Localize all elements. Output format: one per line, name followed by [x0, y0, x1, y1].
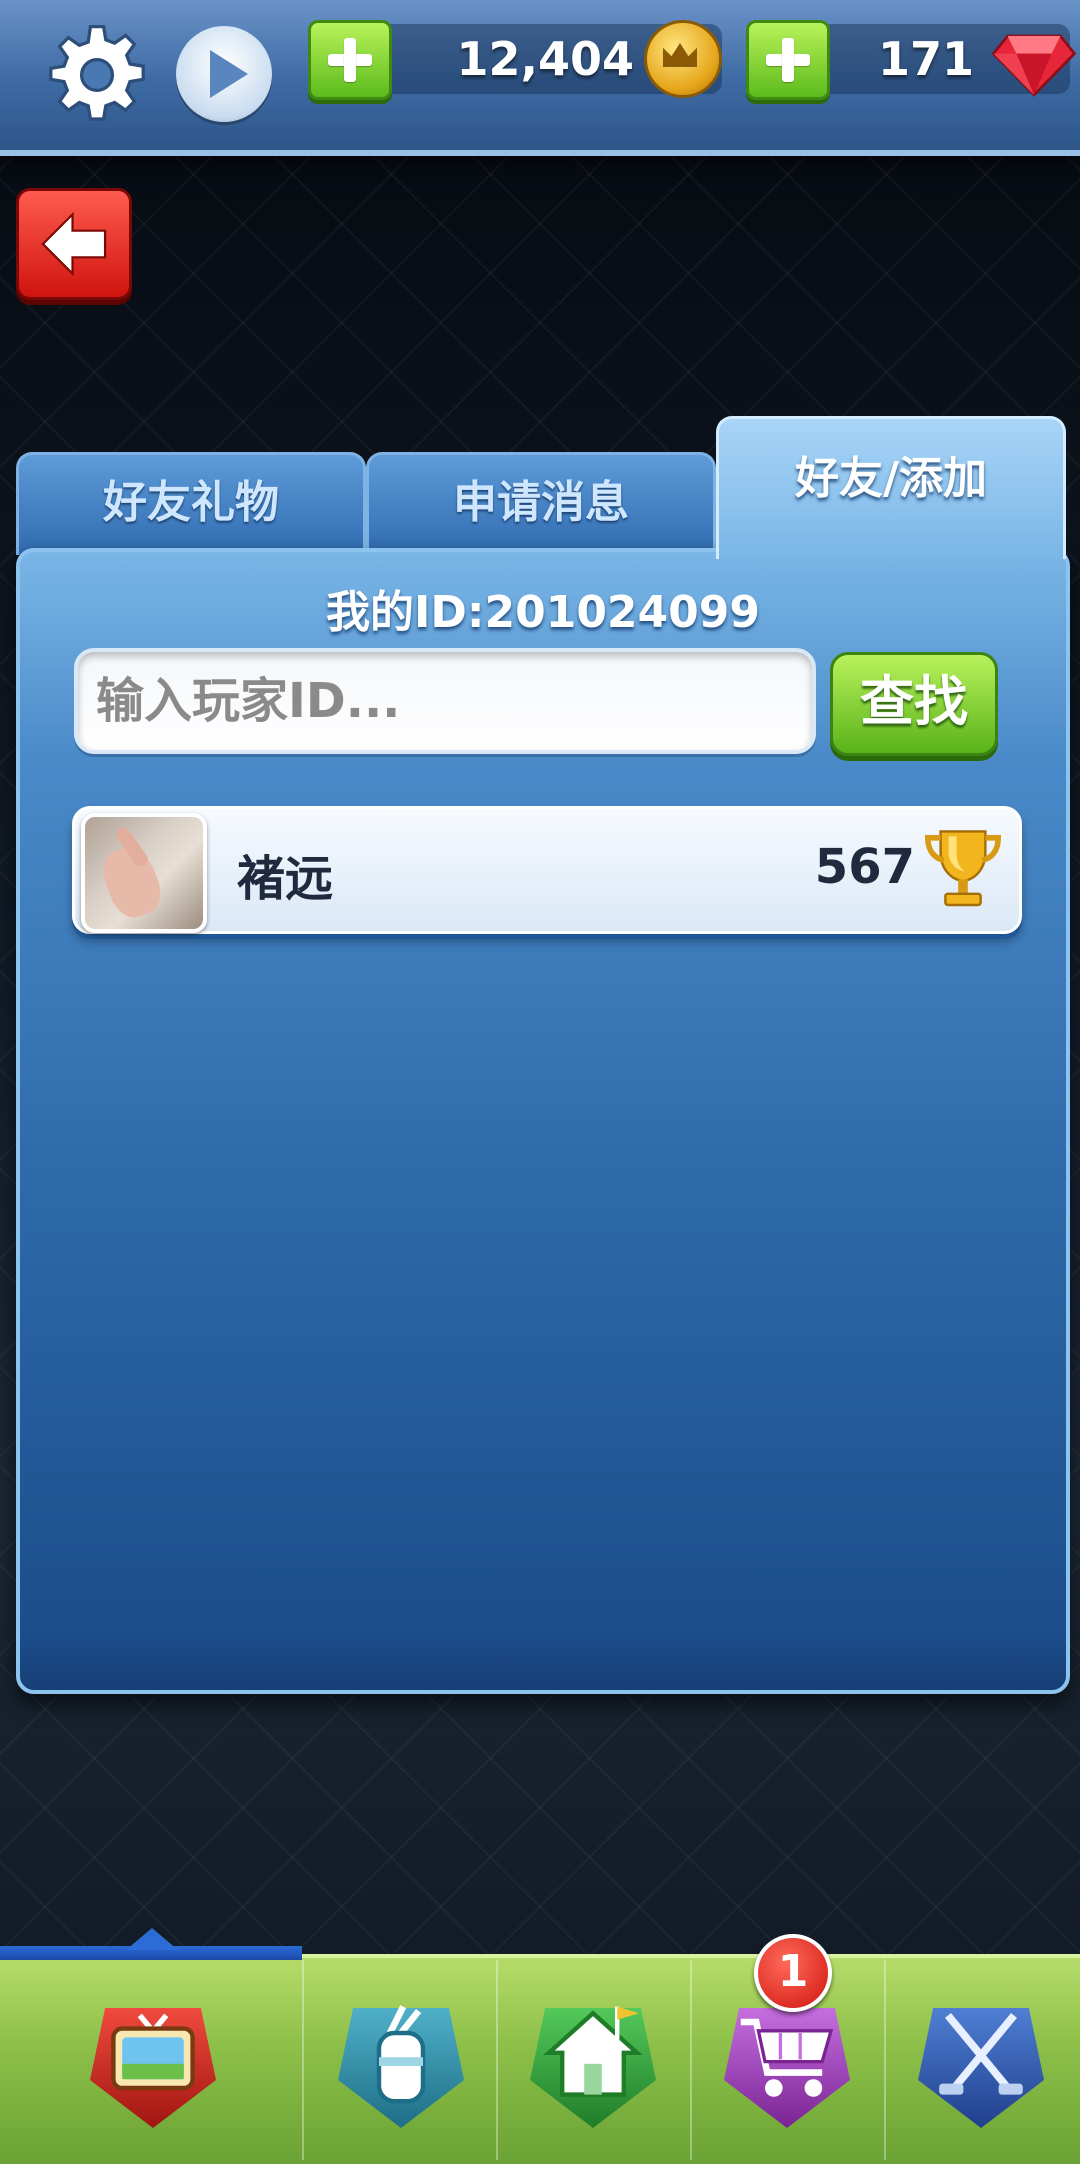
settings-gear-icon[interactable] [42, 20, 152, 130]
shop-cart-icon [740, 2018, 834, 2097]
friend-name: 褚远 [237, 851, 334, 907]
coins-counter: 12,404 [308, 20, 722, 100]
gems-value: 171 [877, 32, 974, 86]
nav-divider [690, 1960, 692, 2160]
friend-avatar [81, 813, 207, 933]
nav-clubs-button[interactable] [906, 1980, 1056, 2150]
nav-divider [884, 1960, 886, 2160]
play-video-button[interactable] [172, 20, 282, 130]
add-coins-button[interactable] [308, 20, 392, 100]
active-tab-arrow [126, 1928, 178, 1950]
friend-list-item[interactable]: 褚远 567 [72, 806, 1022, 934]
nav-divider [302, 1960, 304, 2160]
add-gems-button[interactable] [746, 20, 830, 100]
coins-value: 12,404 [456, 32, 634, 86]
crossed-clubs-icon [939, 2012, 1023, 2095]
tab-friends-add[interactable]: 好友/添加 [716, 416, 1066, 559]
tab-requests[interactable]: 申请消息 [366, 452, 716, 555]
tv-icon [111, 2013, 195, 2091]
player-id-search-input[interactable] [74, 648, 816, 754]
home-icon [543, 2006, 643, 2097]
friend-trophy-count: 567 [814, 839, 915, 895]
trophy-icon [924, 830, 1002, 907]
ruby-gem-icon [991, 34, 1077, 97]
gems-counter: 171 [746, 20, 1077, 100]
nav-tv-button[interactable] [78, 1980, 228, 2150]
back-button[interactable] [16, 188, 132, 300]
play-icon [176, 26, 272, 122]
shop-notification-badge: 1 [754, 1934, 832, 2012]
crown-coin-icon [644, 20, 722, 98]
back-arrow-icon [41, 211, 107, 277]
tab-friend-gifts[interactable]: 好友礼物 [16, 452, 366, 555]
nav-home-button[interactable] [518, 1980, 668, 2150]
my-player-id: 我的ID:201024099 [325, 587, 761, 638]
golf-bag-icon [376, 2005, 426, 2104]
nav-divider [496, 1960, 498, 2160]
nav-golf-bag-button[interactable] [326, 1980, 476, 2150]
top-bar: 12,404 171 [0, 0, 1080, 156]
friends-panel: 我的ID:201024099 查找 褚远 567 [16, 548, 1070, 1694]
find-button[interactable]: 查找 [830, 652, 998, 756]
